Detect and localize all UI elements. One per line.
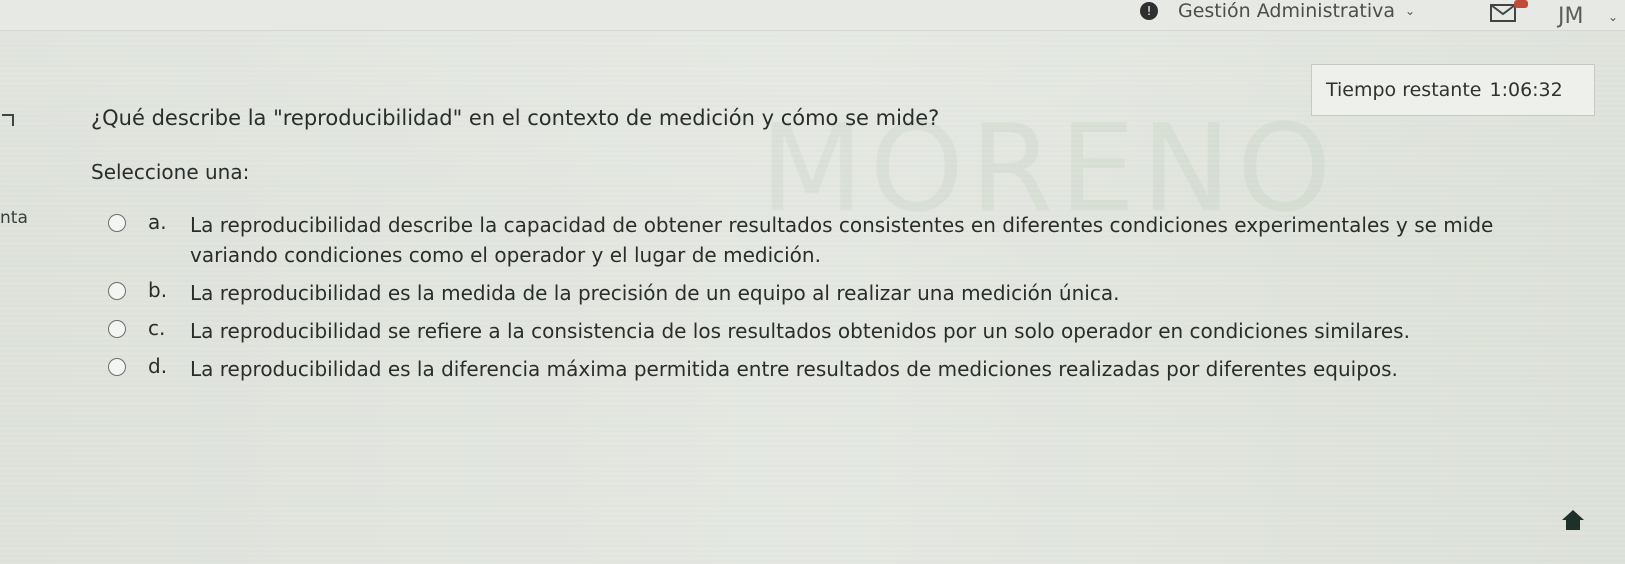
option-text[interactable]: La reproducibilidad describe la capacida… — [190, 210, 1550, 270]
option-letter: a. — [148, 210, 167, 234]
radio-icon[interactable] — [108, 214, 126, 232]
role-selector[interactable]: Gestión Administrativa ⌄ — [1178, 0, 1415, 22]
option-letter: d. — [148, 354, 168, 378]
timer-value: 1:06:32 — [1489, 79, 1563, 101]
option-b[interactable]: b. La reproducibilidad es la medida de l… — [108, 278, 1578, 308]
option-text[interactable]: La reproducibilidad se refiere a la cons… — [190, 316, 1550, 346]
sidebar-partial-label: nta — [0, 208, 28, 228]
time-remaining-box: Tiempo restante 1:06:32 — [1311, 64, 1595, 116]
top-navigation-bar: ! Gestión Administrativa ⌄ JM ⌄ — [0, 0, 1625, 31]
timer-label: Tiempo restante — [1326, 79, 1482, 101]
option-letter: b. — [148, 278, 168, 302]
user-avatar[interactable]: JM — [1558, 4, 1583, 29]
question-text: ¿Qué describe la "reproducibilidad" en e… — [91, 106, 940, 130]
radio-icon[interactable] — [108, 282, 126, 300]
select-prompt: Seleccione una: — [91, 160, 250, 184]
option-c[interactable]: c. La reproducibilidad se refiere a la c… — [108, 316, 1578, 346]
option-letter: c. — [148, 316, 166, 340]
mail-icon[interactable] — [1490, 4, 1516, 22]
alert-icon[interactable]: ! — [1140, 2, 1158, 20]
home-icon[interactable] — [1560, 508, 1586, 532]
option-text[interactable]: La reproducibilidad es la medida de la p… — [190, 278, 1550, 308]
radio-icon[interactable] — [108, 320, 126, 338]
option-text[interactable]: La reproducibilidad es la diferencia máx… — [190, 354, 1550, 384]
chevron-down-icon: ⌄ — [1405, 4, 1416, 18]
user-menu-chevron-icon[interactable]: ⌄ — [1608, 10, 1618, 24]
radio-icon[interactable] — [108, 358, 126, 376]
option-d[interactable]: d. La reproducibilidad es la diferencia … — [108, 354, 1578, 384]
sidebar-edge-icon — [2, 114, 14, 126]
option-a[interactable]: a. La reproducibilidad describe la capac… — [108, 210, 1578, 270]
notification-badge — [1514, 0, 1528, 8]
answer-options: a. La reproducibilidad describe la capac… — [108, 210, 1578, 392]
role-label: Gestión Administrativa — [1178, 0, 1395, 22]
